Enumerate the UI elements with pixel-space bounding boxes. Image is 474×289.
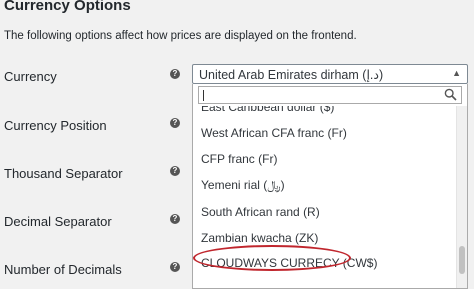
search-icon: [444, 88, 457, 101]
chevron-up-icon: ▲: [452, 68, 461, 78]
question-circle-icon[interactable]: ?: [170, 118, 180, 128]
section-description: The following options affect how prices …: [4, 30, 357, 42]
currency-option[interactable]: West African CFA franc (Fr): [201, 126, 347, 140]
currency-option[interactable]: South African rand (R): [201, 205, 320, 219]
thousand-separator-label: Thousand Separator: [4, 166, 123, 181]
currency-label: Currency: [4, 69, 57, 84]
currency-option[interactable]: Yemeni rial (﷼): [201, 178, 285, 193]
question-circle-icon[interactable]: ?: [170, 262, 180, 272]
question-circle-icon[interactable]: ?: [170, 69, 180, 79]
section-title: Currency Options: [4, 0, 131, 14]
currency-position-label: Currency Position: [4, 118, 107, 133]
currency-option[interactable]: East Caribbean dollar ($): [201, 106, 334, 114]
currency-search-input[interactable]: [198, 86, 462, 104]
dropdown-scrollbar[interactable]: [456, 106, 467, 288]
currency-option[interactable]: Zambian kwacha (ZK): [201, 231, 318, 245]
currency-option[interactable]: CFP franc (Fr): [201, 152, 277, 166]
highlight-ring-annotation: [193, 245, 351, 271]
scrollbar-thumb[interactable]: [459, 246, 465, 274]
question-circle-icon[interactable]: ?: [170, 214, 180, 224]
decimal-separator-label: Decimal Separator: [4, 214, 112, 229]
number-of-decimals-label: Number of Decimals: [4, 262, 122, 277]
question-circle-icon[interactable]: ?: [170, 166, 180, 176]
currency-select[interactable]: United Arab Emirates dirham (د.إ) ▲: [192, 64, 468, 84]
currency-selected-value: United Arab Emirates dirham (د.إ): [199, 68, 384, 82]
text-caret: [203, 90, 204, 101]
